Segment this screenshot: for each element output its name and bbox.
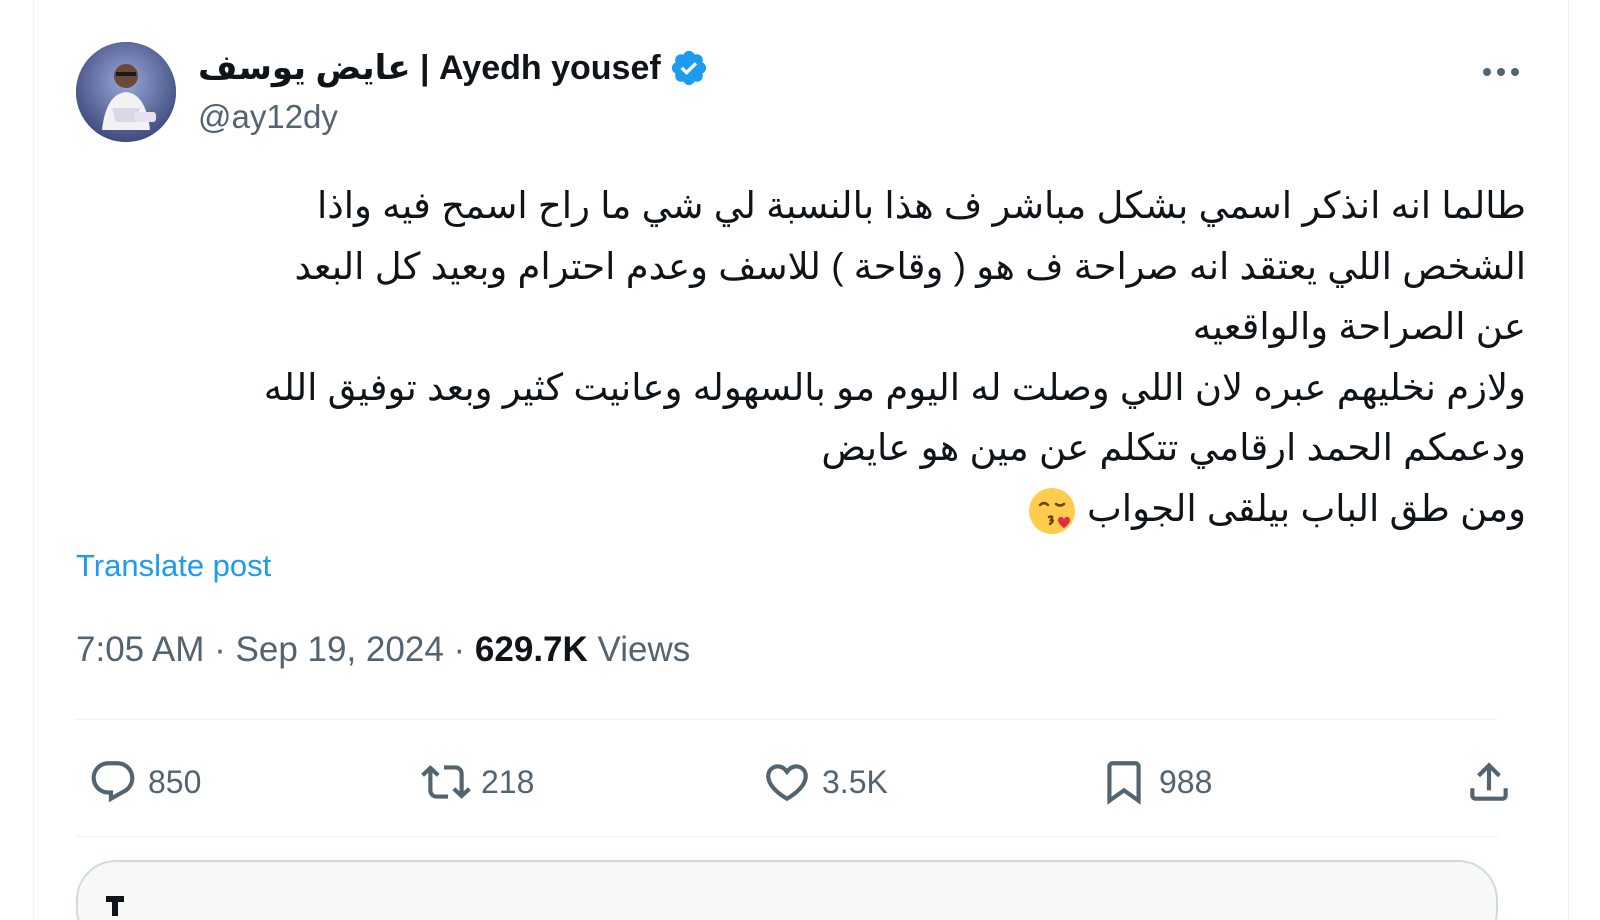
repost-button[interactable]: 218	[421, 752, 534, 812]
tweet-header: عايض يوسف | Ayedh yousef @ay12dy	[76, 42, 1526, 142]
bookmark-icon	[1107, 761, 1141, 805]
repost-count: 218	[481, 763, 535, 800]
avatar-image	[76, 42, 176, 142]
post-date[interactable]: Sep 19, 2024	[236, 630, 444, 669]
tweet-text-line: ولازم نخليهم عبره لان اللي وصلت له اليوم…	[263, 366, 1526, 408]
reply-composer[interactable]	[76, 860, 1498, 920]
repost-icon	[421, 765, 471, 799]
verified-badge-icon[interactable]	[669, 48, 709, 88]
meta-separator: ·	[214, 630, 226, 669]
post-time[interactable]: 7:05 AM	[76, 630, 204, 669]
like-count: 3.5K	[822, 763, 888, 800]
author-handle[interactable]: @ay12dy	[198, 98, 709, 136]
reply-count: 850	[148, 763, 202, 800]
reply-button[interactable]: 850	[88, 752, 201, 812]
tweet-text-line: طالما انه انذكر اسمي بشكل مباشر ف هذا با…	[316, 185, 1526, 226]
avatar[interactable]	[76, 42, 176, 142]
tweet-text: طالما انه انذكر اسمي بشكل مباشر ف هذا با…	[76, 176, 1526, 539]
bookmark-count: 988	[1159, 763, 1213, 800]
divider	[76, 719, 1498, 720]
action-bar: 850 218 3.5K 988	[76, 742, 1508, 822]
bookmark-button[interactable]: 988	[1099, 752, 1212, 812]
more-options-button[interactable]	[1476, 52, 1526, 92]
more-dots-icon	[1483, 68, 1519, 76]
tweet-text-line: ودعمكم الحمد ارقامي تتكلم عن مين هو عايض	[821, 427, 1526, 468]
tweet-meta: 7:05 AM · Sep 19, 2024 · 629.7K Views	[76, 630, 690, 670]
page: عايض يوسف | Ayedh yousef @ay12dy طالما ا…	[0, 0, 1600, 920]
author-names: عايض يوسف | Ayedh yousef @ay12dy	[198, 46, 709, 136]
display-name[interactable]: عايض يوسف | Ayedh yousef	[198, 48, 661, 88]
tweet-text-line: ومن طق الباب بيلقى الجواب	[1086, 487, 1526, 529]
tweet-card: عايض يوسف | Ayedh yousef @ay12dy طالما ا…	[33, 0, 1569, 920]
views-count: 629.7K	[474, 630, 588, 669]
like-button[interactable]: 3.5K	[762, 752, 888, 812]
kissing-face-emoji-icon	[1027, 486, 1077, 536]
share-icon	[1470, 762, 1508, 801]
composer-partial-icon	[106, 896, 124, 916]
tweet-text-line: عن الصراحة والواقعيه	[1192, 306, 1526, 347]
display-name-row: عايض يوسف | Ayedh yousef	[198, 46, 709, 90]
tweet-text-line: الشخص اللي يعتقد انه صراحة ف هو ( وقاحة …	[294, 245, 1526, 287]
divider	[76, 836, 1498, 837]
share-button[interactable]	[1464, 752, 1514, 812]
tweet-text-last-line: ومن طق الباب بيلقى الجواب	[76, 479, 1526, 540]
translate-post-link[interactable]: Translate post	[76, 548, 271, 584]
reply-icon	[91, 761, 135, 803]
heart-icon	[766, 764, 808, 802]
meta-separator: ·	[453, 630, 466, 669]
views-label: Views	[597, 630, 691, 669]
